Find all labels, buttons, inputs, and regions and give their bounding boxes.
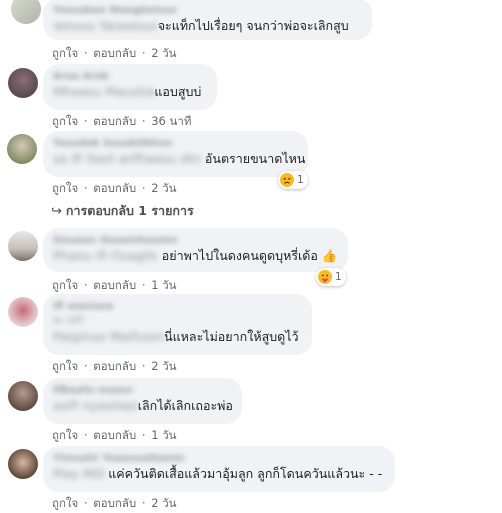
timestamp[interactable]: 2 วัน [151, 181, 176, 195]
reaction-count: 1 [335, 271, 342, 283]
care-reaction-icon [318, 270, 332, 284]
blurred-text: Paiginuo Maifuom [53, 329, 165, 344]
comment-text: sa ifi llasil anfhaasu dtn อันตรายขนาดไห… [53, 150, 305, 167]
avatar[interactable] [8, 68, 38, 98]
comment-bubble: Araa Arak Mhaasu Maustiaแอบสูบบ่ [43, 64, 217, 110]
timestamp[interactable]: 36 นาที [151, 114, 191, 128]
comment-text: asifi nyaoliasiเลิกได้เลิกเถอะพ่อ [53, 397, 233, 414]
comment-text: Play Mill แค่ควันติดเสื้อแล้วมาอุ้มลูก ล… [53, 465, 385, 482]
comment-body: อันตรายขนาดไหน [204, 151, 306, 166]
comment-author[interactable]: Araa Arak [53, 70, 207, 83]
view-replies-link[interactable]: ↪ การตอบกลับ 1 รายการ [51, 201, 194, 221]
reply-link[interactable]: ตอบกลับ [93, 114, 136, 128]
separator: · [83, 359, 88, 373]
separator: · [83, 114, 88, 128]
separator: · [83, 181, 88, 195]
comment-body: แค่ควันติดเสื้อแล้วมาอุ้มลูก ลูกก็โดนควั… [108, 466, 383, 481]
like-link[interactable]: ถูกใจ [52, 278, 78, 292]
reaction-count: 1 [297, 174, 304, 186]
comment-actions: ถูกใจ · ตอบกลับ · 1 วัน [52, 427, 177, 445]
reply-arrow-icon: ↪ [51, 204, 62, 219]
timestamp[interactable]: 1 วัน [151, 278, 176, 292]
comment-author[interactable]: Oouaon Ouaaiohaomn [53, 234, 338, 247]
reply-link[interactable]: ตอบกลับ [93, 181, 136, 195]
comment-author[interactable]: Yasudak Sasakitkhon [53, 137, 298, 150]
separator: · [83, 428, 88, 442]
blurred-text: Phaou ifi Ouaglis [53, 248, 158, 263]
like-link[interactable]: ถูกใจ [52, 114, 78, 128]
like-link[interactable]: ถูกใจ [52, 428, 78, 442]
blurred-text: asifi nyaoliasi [53, 398, 138, 413]
comment-actions: ถูกใจ · ตอบกลับ · 2 วัน [52, 358, 177, 376]
blurred-text: Play Mill [53, 466, 105, 481]
comment-text-line: ละ aifi · [53, 315, 90, 326]
separator: · [141, 181, 146, 195]
reply-link[interactable]: ตอบกลับ [93, 46, 136, 60]
separator: · [83, 496, 88, 510]
comment-bubble: Oouaon Ouaaiohaomn Phaou ifi Ouaglis อย่… [43, 228, 348, 272]
comment-actions: ถูกใจ · ตอบกลับ · 36 นาที [52, 113, 191, 131]
reply-link[interactable]: ตอบกลับ [93, 428, 136, 442]
reply-link[interactable]: ตอบกลับ [93, 496, 136, 510]
avatar[interactable] [8, 297, 38, 327]
sad-reaction-icon [280, 173, 294, 187]
avatar[interactable] [8, 231, 38, 261]
comment-text: Paiginuo Maifuomนี่แหละไม่อยากให้สูบดูไว… [53, 328, 302, 345]
replies-label: การตอบกลับ 1 รายการ [65, 203, 194, 218]
comment-text: Phaou ifi Ouaglis อย่าพาไปในดงคนดูดบุหรี… [53, 247, 338, 264]
timestamp[interactable]: 2 วัน [151, 46, 176, 60]
comment-author[interactable]: ifBaalis mamn [53, 384, 232, 397]
separator: · [141, 428, 146, 442]
comment-author[interactable]: ifi wasiuoa [53, 300, 302, 313]
reaction-summary[interactable]: 1 [316, 268, 346, 286]
avatar[interactable] [8, 449, 38, 479]
blurred-text: Mhaasu Maustia [53, 84, 155, 99]
comment-bubble: Yasudak Sasakitkhon sa ifi llasil anfhaa… [43, 131, 308, 177]
like-link[interactable]: ถูกใจ [52, 496, 78, 510]
separator: · [141, 359, 146, 373]
separator: · [141, 278, 146, 292]
like-link[interactable]: ถูกใจ [52, 181, 78, 195]
comment-body: จะแท็กไปเรื่อยๆ จนกว่าพ่อจะเลิกสูบ [157, 18, 349, 33]
reply-link[interactable]: ตอบกลับ [93, 278, 136, 292]
comment-bubble: Yimuahi Yoasouaitamm Play Mill แค่ควันติ… [43, 446, 395, 492]
avatar[interactable] [7, 134, 37, 164]
comment-body: อย่าพาไปในดงคนดูดบุหรี่เด้อ 👍 [161, 248, 338, 263]
avatar[interactable] [11, 0, 41, 24]
comment-actions: ถูกใจ · ตอบกลับ · 2 วัน [52, 45, 177, 63]
comment-bubble: ifi wasiuoa ละ aifi · Paiginuo Maifuomนี… [43, 294, 312, 355]
blurred-text: ฟสนนน Yaoaasuo [53, 18, 158, 33]
timestamp[interactable]: 1 วัน [151, 428, 176, 442]
timestamp[interactable]: 2 วัน [151, 496, 176, 510]
comment-bubble: Yoosakee Mongkolsuo ฟสนนน Yaoaasuoจะแท็ก… [43, 0, 372, 40]
timestamp[interactable]: 2 วัน [151, 359, 176, 373]
separator: · [141, 496, 146, 510]
comment-text: ฟสนนน Yaoaasuoจะแท็กไปเรื่อยๆ จนกว่าพ่อจ… [53, 17, 362, 34]
comment-actions: ถูกใจ · ตอบกลับ · 1 วัน [52, 277, 177, 295]
comment-author[interactable]: Yimuahi Yoasouaitamm [53, 452, 385, 465]
separator: · [83, 46, 88, 60]
comment-body: แอบสูบบ่ [154, 84, 202, 99]
reply-link[interactable]: ตอบกลับ [93, 359, 136, 373]
comment-actions: ถูกใจ · ตอบกลับ · 2 วัน [52, 180, 177, 198]
blurred-text: sa ifi llasil anfhaasu dtn [53, 151, 201, 166]
comment-text: Mhaasu Maustiaแอบสูบบ่ [53, 83, 207, 100]
avatar[interactable] [8, 381, 38, 411]
like-link[interactable]: ถูกใจ [52, 359, 78, 373]
like-link[interactable]: ถูกใจ [52, 46, 78, 60]
separator: · [83, 278, 88, 292]
comment-body: นี่แหละไม่อยากให้สูบดูไว้ [164, 329, 299, 344]
reaction-summary[interactable]: 1 [278, 171, 308, 189]
separator: · [141, 46, 146, 60]
comment-bubble: ifBaalis mamn asifi nyaoliasiเลิกได้เลิก… [43, 378, 242, 424]
comment-actions: ถูกใจ · ตอบกลับ · 2 วัน [52, 495, 177, 513]
comment-author[interactable]: Yoosakee Mongkolsuo [53, 4, 362, 17]
comment-body: เลิกได้เลิกเถอะพ่อ [137, 398, 233, 413]
separator: · [141, 114, 146, 128]
